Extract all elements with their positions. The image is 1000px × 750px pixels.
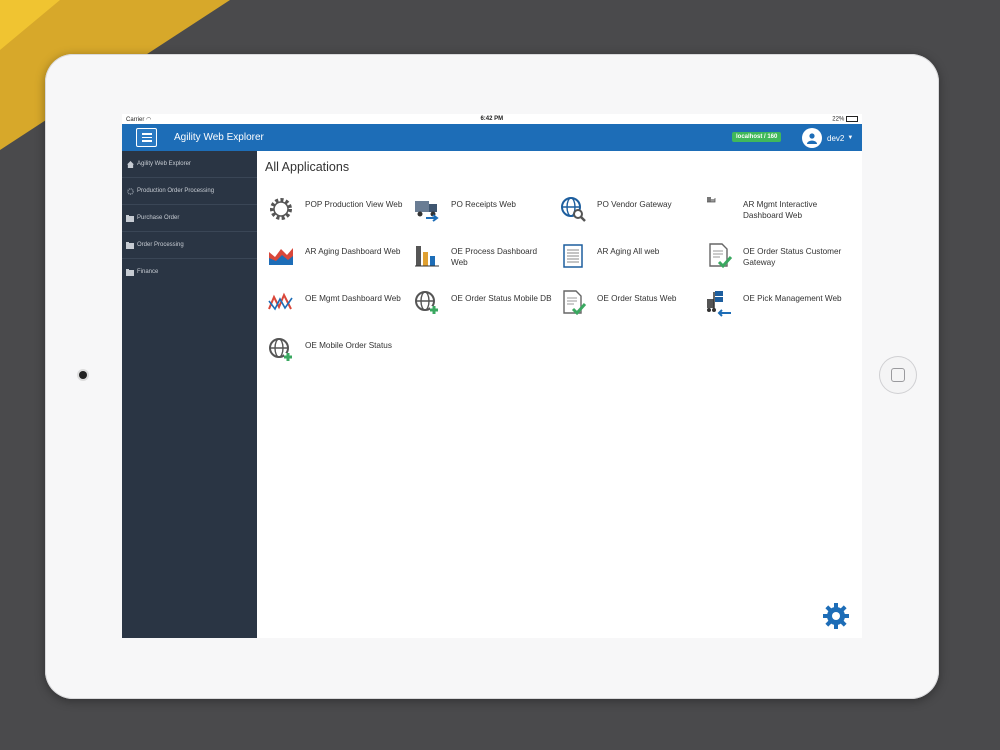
- app-tile-ar-mgmt-interactive-dashboard-web[interactable]: AR Mgmt Interactive Dashboard Web: [705, 195, 845, 235]
- sidebar-item-purchase-order[interactable]: Purchase Order: [122, 205, 257, 232]
- sidebar-item-label: Purchase Order: [137, 215, 180, 221]
- camera-icon: [79, 371, 87, 379]
- settings-gear-button[interactable]: [822, 602, 850, 630]
- app-tile-oe-pick-management-web[interactable]: OE Pick Management Web: [705, 289, 845, 329]
- carrier-text: Carrier ◠: [126, 116, 152, 123]
- app-tile-po-vendor-gateway[interactable]: PO Vendor Gateway: [559, 195, 699, 235]
- line-chart-icon: [268, 292, 293, 311]
- menu-button[interactable]: [136, 128, 157, 147]
- sidebar-item-agility-web-explorer[interactable]: Agility Web Explorer: [122, 151, 257, 178]
- app-tile-label: AR Mgmt Interactive Dashboard Web: [743, 200, 818, 220]
- hamburger-line: [141, 140, 152, 142]
- truck-icon: [415, 201, 439, 222]
- app-tile-label: AR Aging Dashboard Web: [305, 247, 401, 256]
- globe-plus-icon: [269, 338, 292, 361]
- host-badge: localhost / 160: [732, 132, 782, 142]
- list-document-icon: [563, 244, 583, 268]
- app-tile-label: OE Order Status Web: [597, 294, 677, 303]
- sidebar-item-finance[interactable]: Finance: [122, 259, 257, 285]
- app-tile-po-receipts-web[interactable]: PO Receipts Web: [413, 195, 553, 235]
- gear-icon: [126, 187, 134, 195]
- sidebar: Agility Web Explorer Production Order Pr…: [122, 151, 257, 638]
- user-avatar-icon: [802, 128, 822, 148]
- page-title: All Applications: [265, 160, 350, 174]
- main-content: All Applications POP Production View Web…: [257, 151, 862, 638]
- app-tile-label: OE Mgmt Dashboard Web: [305, 294, 401, 303]
- app-tile-label: PO Vendor Gateway: [597, 200, 672, 209]
- folder-icon: [126, 241, 134, 249]
- app-tile-pop-production-view-web[interactable]: POP Production View Web: [267, 195, 407, 235]
- clock-text: 6:42 PM: [480, 116, 504, 122]
- document-check-icon: [563, 290, 587, 316]
- app-tile-oe-mobile-order-status[interactable]: OE Mobile Order Status: [267, 336, 407, 376]
- sidebar-item-order-processing[interactable]: Order Processing: [122, 232, 257, 259]
- app-tile-oe-order-status-mobile-db[interactable]: OE Order Status Mobile DB: [413, 289, 553, 329]
- app-tile-oe-process-dashboard-web[interactable]: OE Process Dashboard Web: [413, 242, 553, 282]
- hamburger-line: [141, 136, 152, 139]
- sidebar-item-label: Production Order Processing: [137, 188, 215, 194]
- app-tile-oe-order-status-web[interactable]: OE Order Status Web: [559, 289, 699, 329]
- username: dev2: [827, 133, 845, 143]
- gear-icon: [270, 198, 292, 220]
- folder-icon: [126, 214, 134, 222]
- app-tile-oe-order-status-customer-gateway[interactable]: OE Order Status Customer Gateway: [705, 242, 845, 282]
- area-chart-icon: [268, 246, 294, 266]
- bar-chart-icon: [415, 246, 439, 267]
- app-tile-label: POP Production View Web: [305, 200, 403, 209]
- sidebar-item-label: Finance: [137, 269, 159, 275]
- chevron-down-icon: ▼: [847, 135, 854, 141]
- globe-plus-icon: [415, 291, 438, 314]
- status-bar: Carrier ◠ 6:42 PM 22%: [122, 114, 862, 124]
- app-tile-label: OE Mobile Order Status: [305, 341, 392, 350]
- sidebar-item-production-order-processing[interactable]: Production Order Processing: [122, 178, 257, 205]
- home-button[interactable]: [879, 356, 917, 394]
- battery-icon: [845, 115, 858, 122]
- app-tile-label: PO Receipts Web: [451, 200, 516, 209]
- app-title: Agility Web Explorer: [174, 132, 264, 143]
- app-tile-oe-mgmt-dashboard-web[interactable]: OE Mgmt Dashboard Web: [267, 289, 407, 329]
- sidebar-item-label: Agility Web Explorer: [137, 161, 191, 167]
- app-tile-label: OE Process Dashboard Web: [451, 247, 538, 267]
- folder-icon: [126, 268, 134, 276]
- user-menu[interactable]: dev2 ▼: [802, 128, 853, 148]
- globe-search-icon: [561, 197, 586, 222]
- document-check-icon: [709, 243, 733, 269]
- app-tile-ar-aging-all-web[interactable]: AR Aging All web: [559, 242, 699, 282]
- app-screen: Carrier ◠ 6:42 PM 22% Agility Web Explor…: [122, 114, 862, 638]
- app-tile-label: OE Pick Management Web: [743, 294, 842, 303]
- wifi-icon: ◠: [146, 116, 152, 123]
- battery-text: 22%: [832, 115, 858, 122]
- hamburger-icon: [141, 133, 152, 135]
- forklift-icon: [707, 291, 731, 317]
- small-chart-icon: [707, 197, 716, 203]
- background-corner-highlight: [0, 0, 60, 50]
- app-tile-label: OE Order Status Mobile DB: [451, 294, 552, 303]
- home-icon: [126, 160, 134, 168]
- app-tile-label: AR Aging All web: [597, 247, 660, 256]
- app-tile-ar-aging-dashboard-web[interactable]: AR Aging Dashboard Web: [267, 242, 407, 282]
- app-tile-label: OE Order Status Customer Gateway: [743, 247, 842, 267]
- home-square-icon: [891, 368, 905, 382]
- app-header: Agility Web Explorer localhost / 160 dev…: [122, 124, 862, 151]
- sidebar-item-label: Order Processing: [137, 242, 184, 248]
